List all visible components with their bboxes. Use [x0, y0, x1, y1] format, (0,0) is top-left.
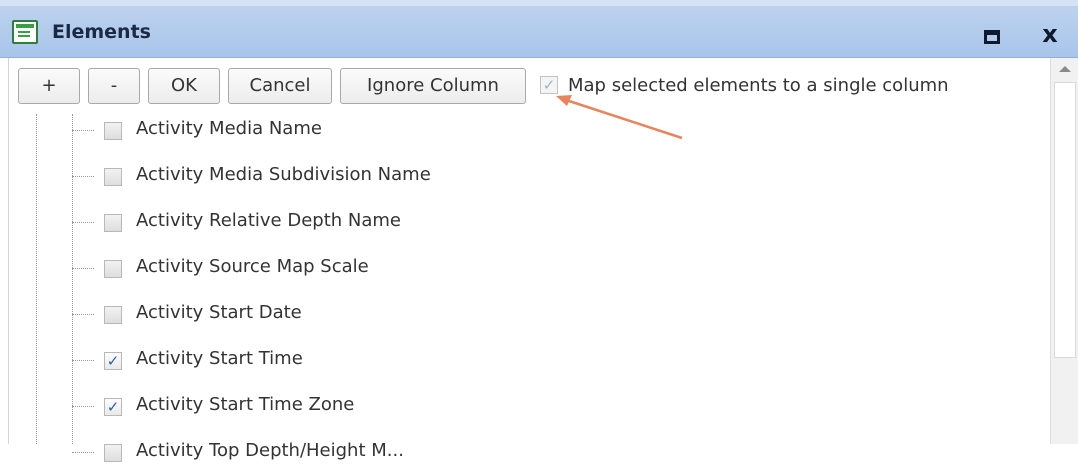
- element-label: Activity Top Depth/Height M...: [136, 440, 404, 461]
- ok-button[interactable]: OK: [148, 68, 220, 104]
- element-checkbox[interactable]: [104, 260, 122, 278]
- add-button[interactable]: +: [18, 68, 80, 104]
- tree-connector: [72, 406, 94, 407]
- title-bar: Elements x: [0, 0, 1078, 58]
- element-label: Activity Media Subdivision Name: [136, 164, 431, 185]
- element-label: Activity Relative Depth Name: [136, 210, 401, 231]
- dialog-title: Elements: [52, 21, 151, 43]
- map-single-column-label: Map selected elements to a single column: [568, 75, 949, 96]
- scroll-up-icon[interactable]: [1059, 66, 1071, 72]
- map-single-column-checkbox[interactable]: ✓: [540, 76, 558, 94]
- form-window-icon: [12, 20, 38, 44]
- tree-guide-line: [72, 114, 73, 444]
- ignore-column-button[interactable]: Ignore Column: [340, 68, 526, 104]
- scrollbar-thumb[interactable]: [1054, 82, 1076, 358]
- element-label: Activity Source Map Scale: [136, 256, 369, 277]
- title-bar-highlight: [0, 0, 1078, 6]
- element-label: Activity Media Name: [136, 118, 322, 139]
- elements-dialog: Elements x + - OK Cancel Ignore Column ✓…: [0, 0, 1078, 462]
- tree-connector: [72, 176, 94, 177]
- cancel-button[interactable]: Cancel: [228, 68, 332, 104]
- vertical-scrollbar[interactable]: [1050, 58, 1078, 444]
- tree-connector: [72, 314, 94, 315]
- element-label: Activity Start Time Zone: [136, 394, 355, 415]
- element-checkbox[interactable]: [104, 444, 122, 462]
- maximize-icon[interactable]: [984, 30, 1000, 44]
- tree-connector: [72, 360, 94, 361]
- element-checkbox[interactable]: [104, 214, 122, 232]
- element-label: Activity Start Time: [136, 348, 303, 369]
- element-checkbox[interactable]: [104, 122, 122, 140]
- element-checkbox[interactable]: ✓: [104, 398, 122, 416]
- element-checkbox[interactable]: ✓: [104, 352, 122, 370]
- tree-connector: [72, 268, 94, 269]
- remove-button[interactable]: -: [88, 68, 140, 104]
- element-checkbox[interactable]: [104, 168, 122, 186]
- tree-connector: [72, 222, 94, 223]
- tree-guide-line: [36, 114, 37, 444]
- tree-connector: [72, 452, 94, 453]
- tree-connector: [72, 130, 94, 131]
- close-button[interactable]: x: [1034, 18, 1066, 50]
- element-checkbox[interactable]: [104, 306, 122, 324]
- content-area: [8, 58, 1049, 444]
- element-label: Activity Start Date: [136, 302, 302, 323]
